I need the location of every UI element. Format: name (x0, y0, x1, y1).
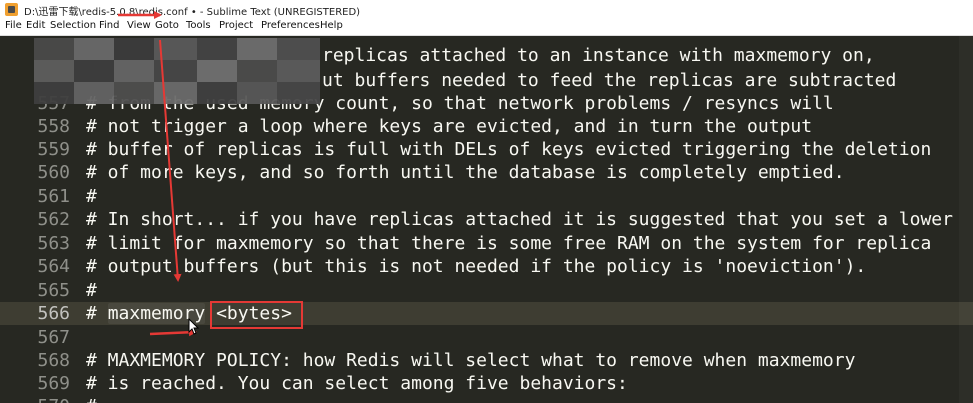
code-line[interactable]: 569 # is reached. You can select among f… (0, 372, 973, 395)
menu-bar: File Edit Selection Find View Goto Tools… (0, 19, 973, 36)
line-text: replicas attached to an instance with ma… (322, 45, 875, 66)
code-line[interactable]: 561 # (0, 185, 973, 208)
code-line[interactable]: 562 # In short... if you have replicas a… (0, 208, 973, 231)
line-number: 568 (37, 350, 70, 371)
line-number: 569 (37, 373, 70, 394)
line-text: # of more keys, and so forth until the d… (86, 162, 845, 183)
line-number: 561 (37, 186, 70, 207)
menu-selection[interactable]: Selection (50, 20, 96, 31)
code-line[interactable]: 567 (0, 326, 973, 349)
line-number: 563 (37, 233, 70, 254)
code-line[interactable]: 558 # not trigger a loop where keys are … (0, 115, 973, 138)
code-line[interactable]: 559 # buffer of replicas is full with DE… (0, 138, 973, 161)
line-number: 559 (37, 139, 70, 160)
title-bar: D:\迅雷下载\redis-5.0.8\redis.conf • - Subli… (0, 0, 973, 20)
line-number: 566 (37, 303, 70, 324)
code-line[interactable]: 564 # output buffers (but this is not ne… (0, 255, 973, 278)
line-number: 567 (37, 327, 70, 348)
line-text: # is reached. You can select among five … (86, 373, 628, 394)
redacted-blur-overlay (34, 38, 320, 104)
code-line[interactable]: 570 # (0, 395, 973, 403)
window-title: D:\迅雷下载\redis-5.0.8\redis.conf • - Subli… (24, 7, 361, 18)
annotation-highlight-box (210, 301, 303, 329)
menu-find[interactable]: Find (99, 20, 120, 31)
menu-tools[interactable]: Tools (186, 20, 211, 31)
code-line-current[interactable]: 566 # maxmemory <bytes> (0, 302, 973, 325)
line-text: # not trigger a loop where keys are evic… (86, 116, 813, 137)
sublime-app-icon (5, 3, 18, 16)
menu-file[interactable]: File (5, 20, 22, 31)
code-line[interactable]: 568 # MAXMEMORY POLICY: how Redis will s… (0, 349, 973, 372)
line-number: 558 (37, 116, 70, 137)
mouse-cursor-icon (188, 318, 200, 335)
line-text: # (86, 280, 97, 301)
scrollbar[interactable] (959, 36, 973, 403)
line-number: 562 (37, 209, 70, 230)
line-text: # (86, 186, 97, 207)
menu-help[interactable]: Help (320, 20, 343, 31)
line-text: # output buffers (but this is not needed… (86, 256, 867, 277)
line-text: # buffer of replicas is full with DELs o… (86, 139, 932, 160)
menu-preferences[interactable]: Preferences (261, 20, 320, 31)
line-number: 564 (37, 256, 70, 277)
line-text: # (86, 395, 97, 403)
line-number: 570 (0, 395, 70, 403)
line-text: ut buffers needed to feed the replicas a… (322, 70, 897, 91)
line-number: 560 (37, 162, 70, 183)
menu-view[interactable]: View (127, 20, 151, 31)
menu-goto[interactable]: Goto (155, 20, 179, 31)
code-line[interactable]: 560 # of more keys, and so forth until t… (0, 161, 973, 184)
comment-prefix: # (86, 303, 108, 324)
line-text: # limit for maxmemory so that there is s… (86, 233, 932, 254)
code-line[interactable]: 563 # limit for maxmemory so that there … (0, 232, 973, 255)
line-text: # MAXMEMORY POLICY: how Redis will selec… (86, 350, 856, 371)
menu-edit[interactable]: Edit (26, 20, 45, 31)
menu-project[interactable]: Project (219, 20, 253, 31)
code-line[interactable]: 565 # (0, 279, 973, 302)
line-number: 565 (37, 280, 70, 301)
line-text: # In short... if you have replicas attac… (86, 209, 953, 230)
